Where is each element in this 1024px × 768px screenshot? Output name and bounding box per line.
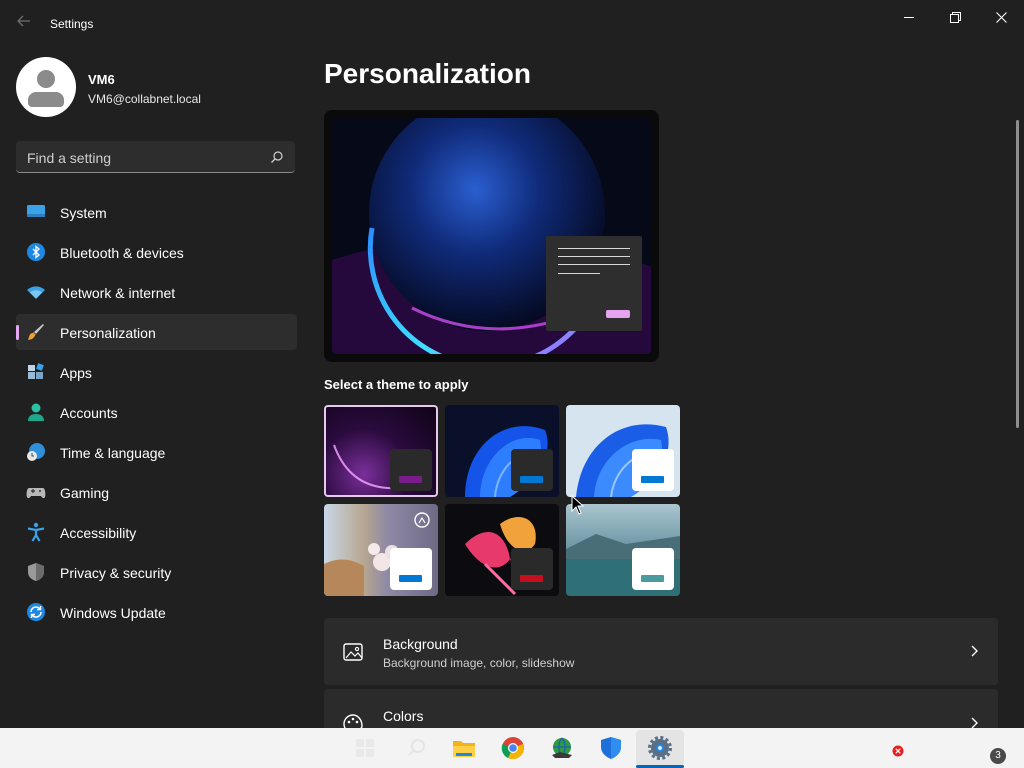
sidebar-item-accessibility[interactable]: Accessibility bbox=[16, 514, 297, 550]
paintbrush-icon bbox=[28, 324, 44, 340]
theme-tile-light-bloom[interactable] bbox=[566, 405, 680, 497]
shield-icon bbox=[28, 563, 44, 581]
apps-icon bbox=[28, 363, 44, 379]
sidebar-item-label: Windows Update bbox=[60, 605, 166, 621]
sidebar-item-gaming[interactable]: Gaming bbox=[16, 474, 297, 510]
main-scrollbar[interactable] bbox=[1016, 120, 1019, 428]
sidebar-item-personalization[interactable]: Personalization bbox=[16, 314, 297, 350]
sidebar-item-bluetooth[interactable]: Bluetooth & devices bbox=[16, 234, 297, 270]
sidebar-item-label: Network & internet bbox=[60, 285, 176, 301]
theme-accent-bar bbox=[641, 575, 664, 582]
theme-window-sample bbox=[511, 548, 553, 590]
network-globe-icon[interactable] bbox=[549, 735, 575, 761]
theme-window-sample bbox=[632, 449, 674, 491]
sidebar-item-network[interactable]: Network & internet bbox=[16, 274, 297, 310]
chrome-icon[interactable] bbox=[500, 735, 526, 761]
error-status-icon[interactable] bbox=[892, 745, 904, 757]
theme-tile-spotlight[interactable] bbox=[324, 504, 438, 596]
theme-accent-bar bbox=[520, 575, 543, 582]
mouse-cursor-icon bbox=[571, 495, 585, 515]
taskbar bbox=[0, 728, 1024, 768]
minimize-button[interactable] bbox=[886, 6, 932, 28]
sidebar-nav: System Bluetooth & devices Network & int… bbox=[16, 194, 297, 634]
preview-accent-button bbox=[606, 310, 630, 318]
sidebar-item-accounts[interactable]: Accounts bbox=[16, 394, 297, 430]
sidebar-item-label: Time & language bbox=[60, 445, 166, 461]
theme-section-label: Select a theme to apply bbox=[324, 377, 469, 392]
sidebar-item-label: Accounts bbox=[60, 405, 118, 421]
sidebar-item-label: Accessibility bbox=[60, 525, 137, 541]
search-placeholder: Find a setting bbox=[27, 150, 112, 166]
sidebar-item-system[interactable]: System bbox=[16, 194, 297, 230]
theme-window-sample bbox=[511, 449, 553, 491]
page-title: Personalization bbox=[324, 58, 531, 89]
start-icon[interactable] bbox=[352, 735, 378, 761]
sidebar-item-windows-update[interactable]: Windows Update bbox=[16, 594, 297, 630]
account-icon bbox=[28, 403, 44, 421]
theme-window-sample bbox=[390, 548, 432, 590]
card-title: Background bbox=[383, 636, 458, 652]
card-subtitle: Background image, color, slideshow bbox=[383, 656, 575, 670]
preview-text-line bbox=[558, 273, 600, 274]
avatar-head bbox=[37, 70, 55, 88]
sidebar-item-label: Bluetooth & devices bbox=[60, 245, 184, 261]
sidebar-item-label: Apps bbox=[60, 365, 92, 381]
bluetooth-icon bbox=[27, 243, 45, 261]
back-arrow-icon bbox=[17, 15, 30, 27]
back-button[interactable] bbox=[14, 14, 34, 34]
theme-accent-bar bbox=[399, 575, 422, 582]
gamepad-icon bbox=[26, 488, 46, 499]
chevron-right-icon bbox=[971, 645, 978, 657]
sidebar-item-label: Personalization bbox=[60, 325, 156, 341]
theme-window-sample bbox=[390, 449, 432, 491]
preview-sample-window bbox=[546, 236, 642, 331]
background-setting-card[interactable]: Background Background image, color, slid… bbox=[324, 618, 998, 685]
theme-tile-captured-motion[interactable] bbox=[445, 504, 559, 596]
sidebar-item-label: System bbox=[60, 205, 107, 221]
theme-accent-bar bbox=[520, 476, 543, 483]
file-explorer-icon[interactable] bbox=[451, 735, 477, 761]
maximize-icon bbox=[949, 11, 961, 23]
settings-gear-icon[interactable] bbox=[647, 735, 673, 761]
preview-text-line bbox=[558, 264, 630, 265]
sidebar-item-label: Gaming bbox=[60, 485, 110, 501]
theme-window-sample bbox=[632, 548, 674, 590]
avatar bbox=[16, 57, 76, 117]
search-icon[interactable] bbox=[404, 735, 430, 761]
sidebar-item-label: Privacy & security bbox=[60, 565, 172, 581]
image-icon bbox=[343, 643, 363, 661]
theme-tile-dark-glow[interactable] bbox=[324, 405, 438, 497]
avatar-body bbox=[28, 92, 64, 107]
search-input[interactable]: Find a setting bbox=[16, 141, 295, 173]
minimize-icon bbox=[903, 16, 914, 18]
theme-tile-dark-bloom[interactable] bbox=[445, 405, 559, 497]
theme-accent-bar bbox=[399, 476, 422, 483]
maximize-button[interactable] bbox=[932, 6, 978, 28]
theme-accent-bar bbox=[641, 476, 664, 483]
globe-clock-icon bbox=[27, 443, 45, 461]
sidebar-item-time-language[interactable]: Time & language bbox=[16, 434, 297, 470]
theme-tile-flow[interactable] bbox=[566, 504, 680, 596]
system-monitor-icon bbox=[27, 205, 45, 217]
sidebar-item-apps[interactable]: Apps bbox=[16, 354, 297, 390]
user-email: VM6@collabnet.local bbox=[88, 92, 201, 106]
card-title: Colors bbox=[383, 708, 424, 724]
update-icon bbox=[27, 603, 45, 621]
close-button[interactable] bbox=[978, 6, 1024, 28]
sidebar-item-privacy[interactable]: Privacy & security bbox=[16, 554, 297, 590]
theme-grid bbox=[324, 405, 684, 597]
notification-badge[interactable]: 3 bbox=[990, 748, 1006, 764]
title-bar: Settings bbox=[0, 0, 1024, 48]
defender-shield-icon[interactable] bbox=[598, 735, 624, 761]
preview-text-line bbox=[558, 248, 630, 249]
user-name: VM6 bbox=[88, 72, 115, 87]
wifi-icon bbox=[27, 286, 45, 299]
app-title: Settings bbox=[50, 17, 94, 31]
preview-text-line bbox=[558, 256, 630, 257]
search-icon bbox=[271, 151, 283, 163]
close-icon bbox=[995, 11, 1007, 23]
accessibility-icon bbox=[27, 522, 45, 542]
